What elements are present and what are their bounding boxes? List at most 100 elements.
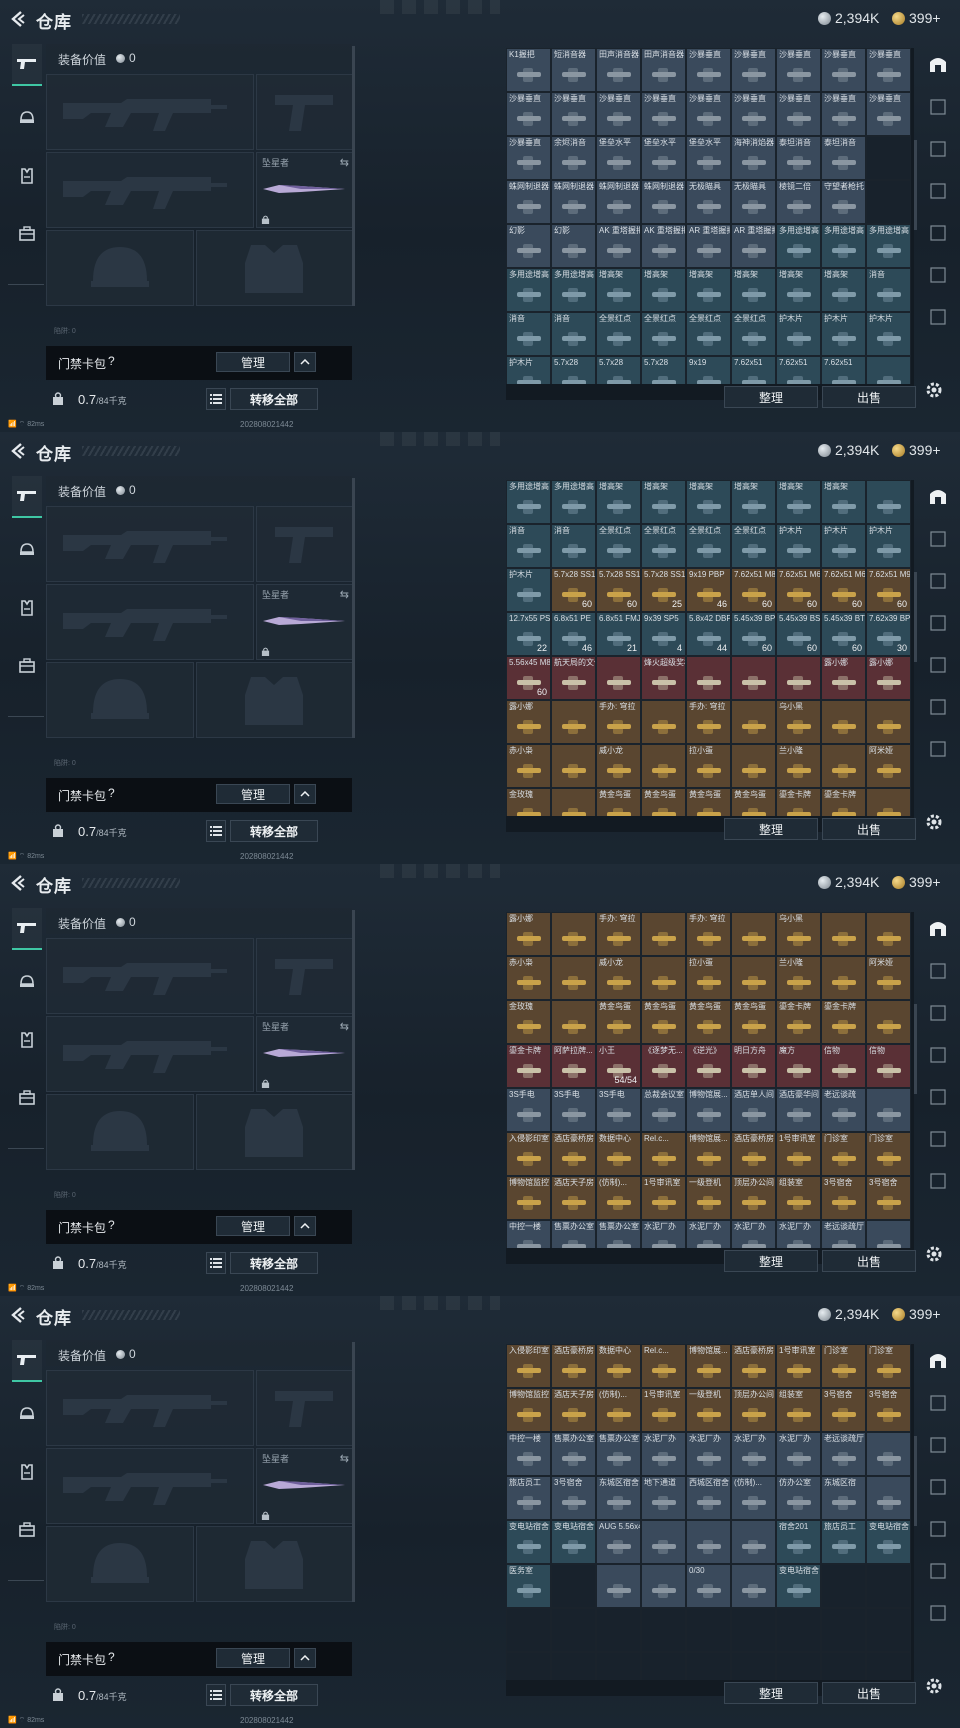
stash-empty-slot[interactable] [866, 180, 911, 224]
stash-item[interactable]: 1号审讯室 [641, 1176, 686, 1220]
stash-scrollbar[interactable] [914, 1436, 917, 1526]
stash-item[interactable]: 沙暴垂直 [731, 48, 776, 92]
stash-item[interactable]: 蛛网制退器 [596, 180, 641, 224]
stash-item[interactable]: Rel.c... [641, 1344, 686, 1388]
stash-item[interactable]: 博物馆展... [686, 1088, 731, 1132]
stash-item[interactable]: 宿舍201 [776, 1520, 821, 1564]
stash-item[interactable]: 医务室 [506, 1564, 551, 1608]
stash-scrollbar[interactable] [914, 1004, 917, 1094]
stash-item[interactable]: 水泥厂办 [641, 1220, 686, 1248]
stash-item[interactable]: 全景红点 [731, 524, 776, 568]
secondary-weapon-slot[interactable] [46, 1016, 254, 1092]
stash-item[interactable]: 多用途增高 [506, 268, 551, 312]
stash-item[interactable]: 幻影 [506, 224, 551, 268]
transfer-all-button[interactable]: 转移全部 [230, 820, 318, 842]
stash-empty-slot[interactable] [596, 1652, 641, 1680]
armor-slot[interactable] [196, 1526, 354, 1602]
sell-button[interactable]: 出售 [822, 386, 916, 408]
stash-item[interactable]: 6.8x51 PE 46 [551, 612, 596, 656]
collapse-button[interactable] [294, 1216, 316, 1236]
tab-page-3[interactable] [922, 140, 954, 174]
tab-page-3[interactable] [922, 572, 954, 606]
tab-weapons[interactable] [12, 908, 42, 950]
stash-empty-slot[interactable] [596, 1608, 641, 1652]
manage-button[interactable]: 管理 [216, 352, 290, 372]
help-icon[interactable]: ? [108, 1218, 115, 1232]
helmet-slot[interactable] [46, 662, 194, 738]
primary-weapon-slot[interactable] [46, 74, 254, 150]
stash-item[interactable]: 消音 [506, 524, 551, 568]
stash-item[interactable]: 5.7x28 [641, 356, 686, 384]
stash-item[interactable] [551, 912, 596, 956]
manage-button[interactable]: 管理 [216, 784, 290, 804]
stash-item[interactable]: 田声消音器 [641, 48, 686, 92]
stash-item[interactable]: 护木片 [821, 524, 866, 568]
stash-empty-slot[interactable] [641, 1652, 686, 1680]
secondary-weapon-slot[interactable] [46, 1448, 254, 1524]
stash-item[interactable]: 信物 [821, 1044, 866, 1088]
stash-item[interactable]: 露小娜 [506, 912, 551, 956]
stash-item[interactable]: (仿制)... [596, 1388, 641, 1432]
stash-item[interactable]: 酒店豪桥房 [551, 1344, 596, 1388]
stash-empty-slot[interactable] [821, 1608, 866, 1652]
stash-item[interactable]: 泰坦消音 [776, 136, 821, 180]
stash-item[interactable]: 黄金鸟蛋 [596, 788, 641, 816]
stash-item[interactable]: 全景红点 [596, 312, 641, 356]
stash-item[interactable]: 博物馆展... [686, 1344, 731, 1388]
stash-item[interactable]: 黄金鸟蛋 [686, 788, 731, 816]
stash-item[interactable]: 护木片 [776, 524, 821, 568]
stash-item[interactable] [731, 656, 776, 700]
stash-item[interactable]: 全景红点 [641, 312, 686, 356]
stash-item[interactable]: 守望者枪托 [821, 180, 866, 224]
stash-item[interactable]: 老远谈疏厅 [821, 1220, 866, 1248]
stash-empty-slot[interactable] [731, 1608, 776, 1652]
stash-item[interactable]: 门诊室 [821, 1344, 866, 1388]
tab-page-7[interactable] [922, 308, 954, 342]
stash-item[interactable]: 变电站宿舍 [551, 1520, 596, 1564]
stash-item[interactable]: 威小龙 [596, 956, 641, 1000]
stash-item[interactable]: 6.8x51 FMJ 21 [596, 612, 641, 656]
stash-item[interactable]: 3号宿舍 [866, 1388, 911, 1432]
stash-item[interactable]: 沙暴垂直 [776, 92, 821, 136]
armor-slot[interactable] [196, 230, 354, 306]
stash-item[interactable] [776, 656, 821, 700]
stash-item[interactable]: 短消音器 [551, 48, 596, 92]
stash-item[interactable]: 《逐梦无... [641, 1044, 686, 1088]
stash-item[interactable]: 乌小黑 [776, 700, 821, 744]
stash-item[interactable]: 5.7x28 SS193 60 [596, 568, 641, 612]
stash-item[interactable]: 酒店豪桥房 [731, 1132, 776, 1176]
tab-backpack[interactable] [12, 1510, 42, 1550]
stash-item[interactable]: 多用途增高 [776, 224, 821, 268]
pistol-slot[interactable] [256, 74, 354, 150]
tab-page-5[interactable] [922, 656, 954, 690]
stash-item[interactable]: 仿办公室 [776, 1476, 821, 1520]
stash-item[interactable]: 增高架 [776, 268, 821, 312]
stash-item[interactable]: (仿制)... [596, 1176, 641, 1220]
stash-item[interactable]: 增高架 [641, 268, 686, 312]
primary-weapon-slot[interactable] [46, 938, 254, 1014]
back-arrow-icon[interactable] [8, 441, 28, 461]
stash-item[interactable]: 沙暴垂直 [866, 48, 911, 92]
sell-button[interactable]: 出售 [822, 1250, 916, 1272]
sell-button[interactable]: 出售 [822, 1682, 916, 1704]
gold-currency[interactable]: 399+ [892, 1306, 941, 1322]
stash-item[interactable] [641, 1520, 686, 1564]
stash-item[interactable]: 蛛网制退器 [641, 180, 686, 224]
stash-item[interactable]: 露小娜 [506, 700, 551, 744]
stash-item[interactable]: 一级登机 [686, 1176, 731, 1220]
stash-item[interactable]: 赤小枭 [506, 744, 551, 788]
swap-icon[interactable]: ⇆ [340, 588, 349, 601]
stash-item[interactable]: 7.62x51 M62 60 [821, 568, 866, 612]
tab-armor[interactable] [12, 962, 42, 1002]
sell-button[interactable]: 出售 [822, 818, 916, 840]
stash-item[interactable]: 堡垒水平 [596, 136, 641, 180]
stash-item[interactable]: AR 重塔握把 [731, 224, 776, 268]
stash-item[interactable]: 阿米娅 [866, 744, 911, 788]
sort-button[interactable]: 整理 [724, 386, 818, 408]
stash-item[interactable] [866, 1088, 911, 1132]
primary-weapon-slot[interactable] [46, 506, 254, 582]
stash-item[interactable]: 堡垒水平 [641, 136, 686, 180]
gold-currency[interactable]: 399+ [892, 442, 941, 458]
swap-icon[interactable]: ⇆ [340, 1452, 349, 1465]
stash-empty-slot[interactable] [776, 1608, 821, 1652]
